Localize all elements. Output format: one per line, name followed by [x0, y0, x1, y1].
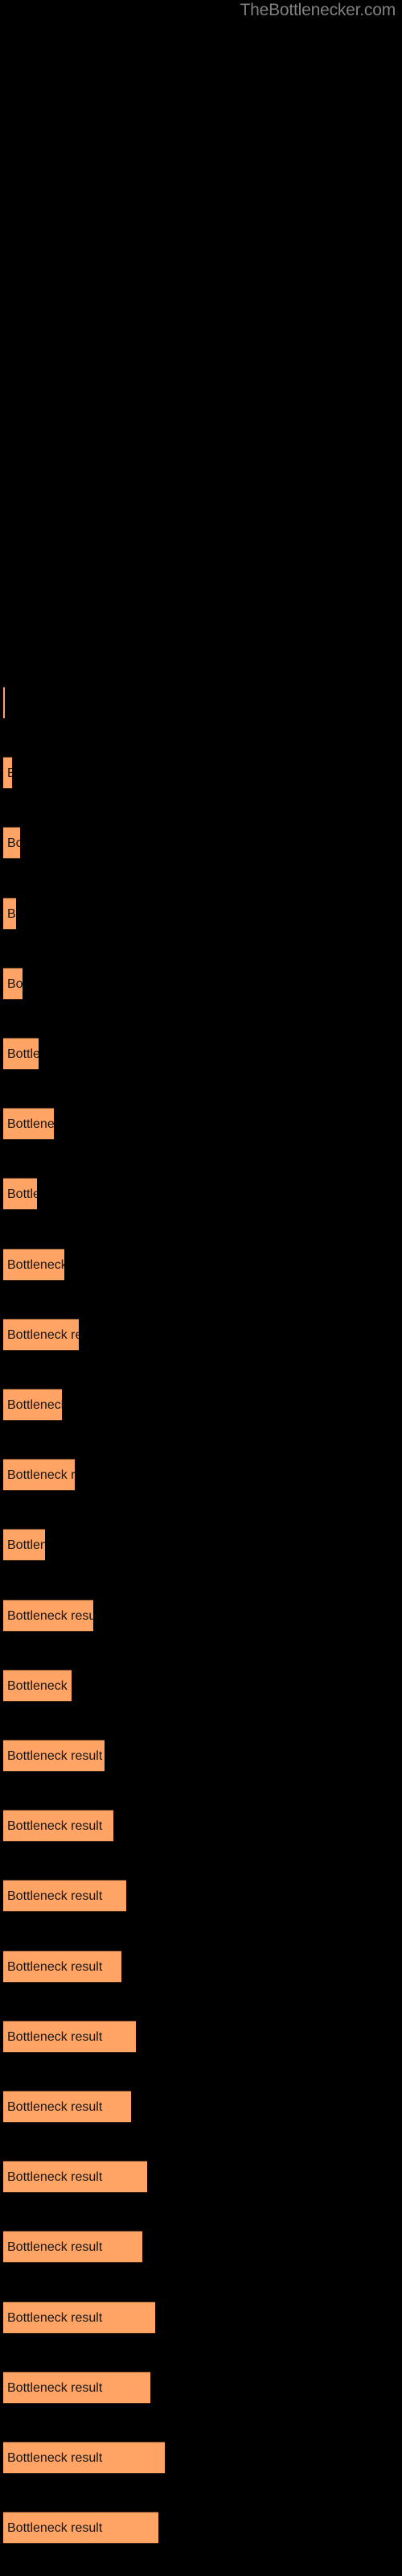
bar: Bottleneck result: [3, 897, 16, 930]
bar-label: Bottleneck result: [7, 1678, 72, 1693]
bar-label: Bottleneck result: [7, 2100, 103, 2114]
bar-label: Bottleneck result: [7, 2521, 103, 2536]
bottleneck-chart-page: TheBottlenecker.com Bottleneck resultBot…: [0, 0, 402, 2576]
bar: Bottleneck result: [3, 1178, 37, 1211]
bar-label: Bottleneck result: [7, 1608, 93, 1623]
bar-label: Bottleneck result: [7, 2170, 103, 2185]
bar: Bottleneck result: [3, 2442, 165, 2474]
bar: Bottleneck result: [3, 1669, 72, 1702]
bar: Bottleneck result: [3, 2371, 150, 2404]
bar-label: Bottleneck result: [7, 1327, 79, 1342]
bar: Bottleneck result: [3, 2091, 131, 2123]
bar-label: Bottleneck result: [7, 2240, 103, 2255]
bar: Bottleneck result: [3, 1529, 45, 1562]
bar-label: Bottleneck result: [7, 1468, 75, 1483]
bar: Bottleneck result: [3, 1740, 105, 1772]
bar: Bottleneck result: [3, 1459, 75, 1492]
bar: Bottleneck result: [3, 687, 5, 719]
bar: Bottleneck result: [3, 2301, 155, 2334]
bar-label: Bottleneck result: [7, 1959, 103, 1974]
bar-label: Bottleneck result: [7, 1889, 103, 1904]
bar-label: Bottleneck result: [7, 758, 12, 788]
bar-label: Bottleneck result: [7, 1187, 37, 1202]
bar: Bottleneck result: [3, 1389, 62, 1421]
bar: Bottleneck result: [3, 1599, 93, 1632]
bar-label: Bottleneck result: [7, 1047, 39, 1061]
bar: Bottleneck result: [3, 1950, 121, 1983]
bar-label: Bottleneck result: [7, 1819, 103, 1834]
bar-chart-plot-area: Bottleneck result Bottleneck result Bottle…: [0, 0, 402, 2576]
bar: Bottleneck result: [3, 1318, 79, 1351]
bar-label: Bottleneck result: [7, 976, 23, 991]
bar: Bottleneck result: [3, 1248, 64, 1281]
bar-label: Bottleneck result: [7, 1398, 62, 1412]
bar: Bottleneck result: [3, 967, 23, 1000]
bar: Bottleneck result: [3, 1880, 126, 1913]
bar: Bottleneck result: [3, 2161, 147, 2194]
bar: Bottleneck result: [3, 1810, 113, 1843]
bar-label: Bottleneck result: [7, 1257, 64, 1272]
bar: Bottleneck result: [3, 2512, 158, 2545]
bar-label: Bottleneck result: [7, 1117, 54, 1132]
bar: Bottleneck result: [3, 757, 12, 790]
bar-label: Bottleneck result: [7, 1538, 45, 1553]
bar: Bottleneck result: [3, 1038, 39, 1070]
bar-label: Bottleneck result: [7, 2451, 103, 2465]
bar: Bottleneck result: [3, 2020, 136, 2053]
bar-label: Bottleneck result: [7, 1749, 103, 1763]
bar: Bottleneck result: [3, 2231, 142, 2264]
bar: Bottleneck result: [3, 827, 20, 860]
bar-label: Bottleneck result: [7, 2029, 103, 2044]
bar-label: Bottleneck result: [7, 906, 16, 921]
bar-label: Bottleneck result: [7, 2380, 103, 2395]
bar-label: Bottleneck result: [7, 836, 20, 851]
bar-label: Bottleneck result: [7, 2310, 103, 2325]
bar: Bottleneck result: [3, 1108, 54, 1141]
